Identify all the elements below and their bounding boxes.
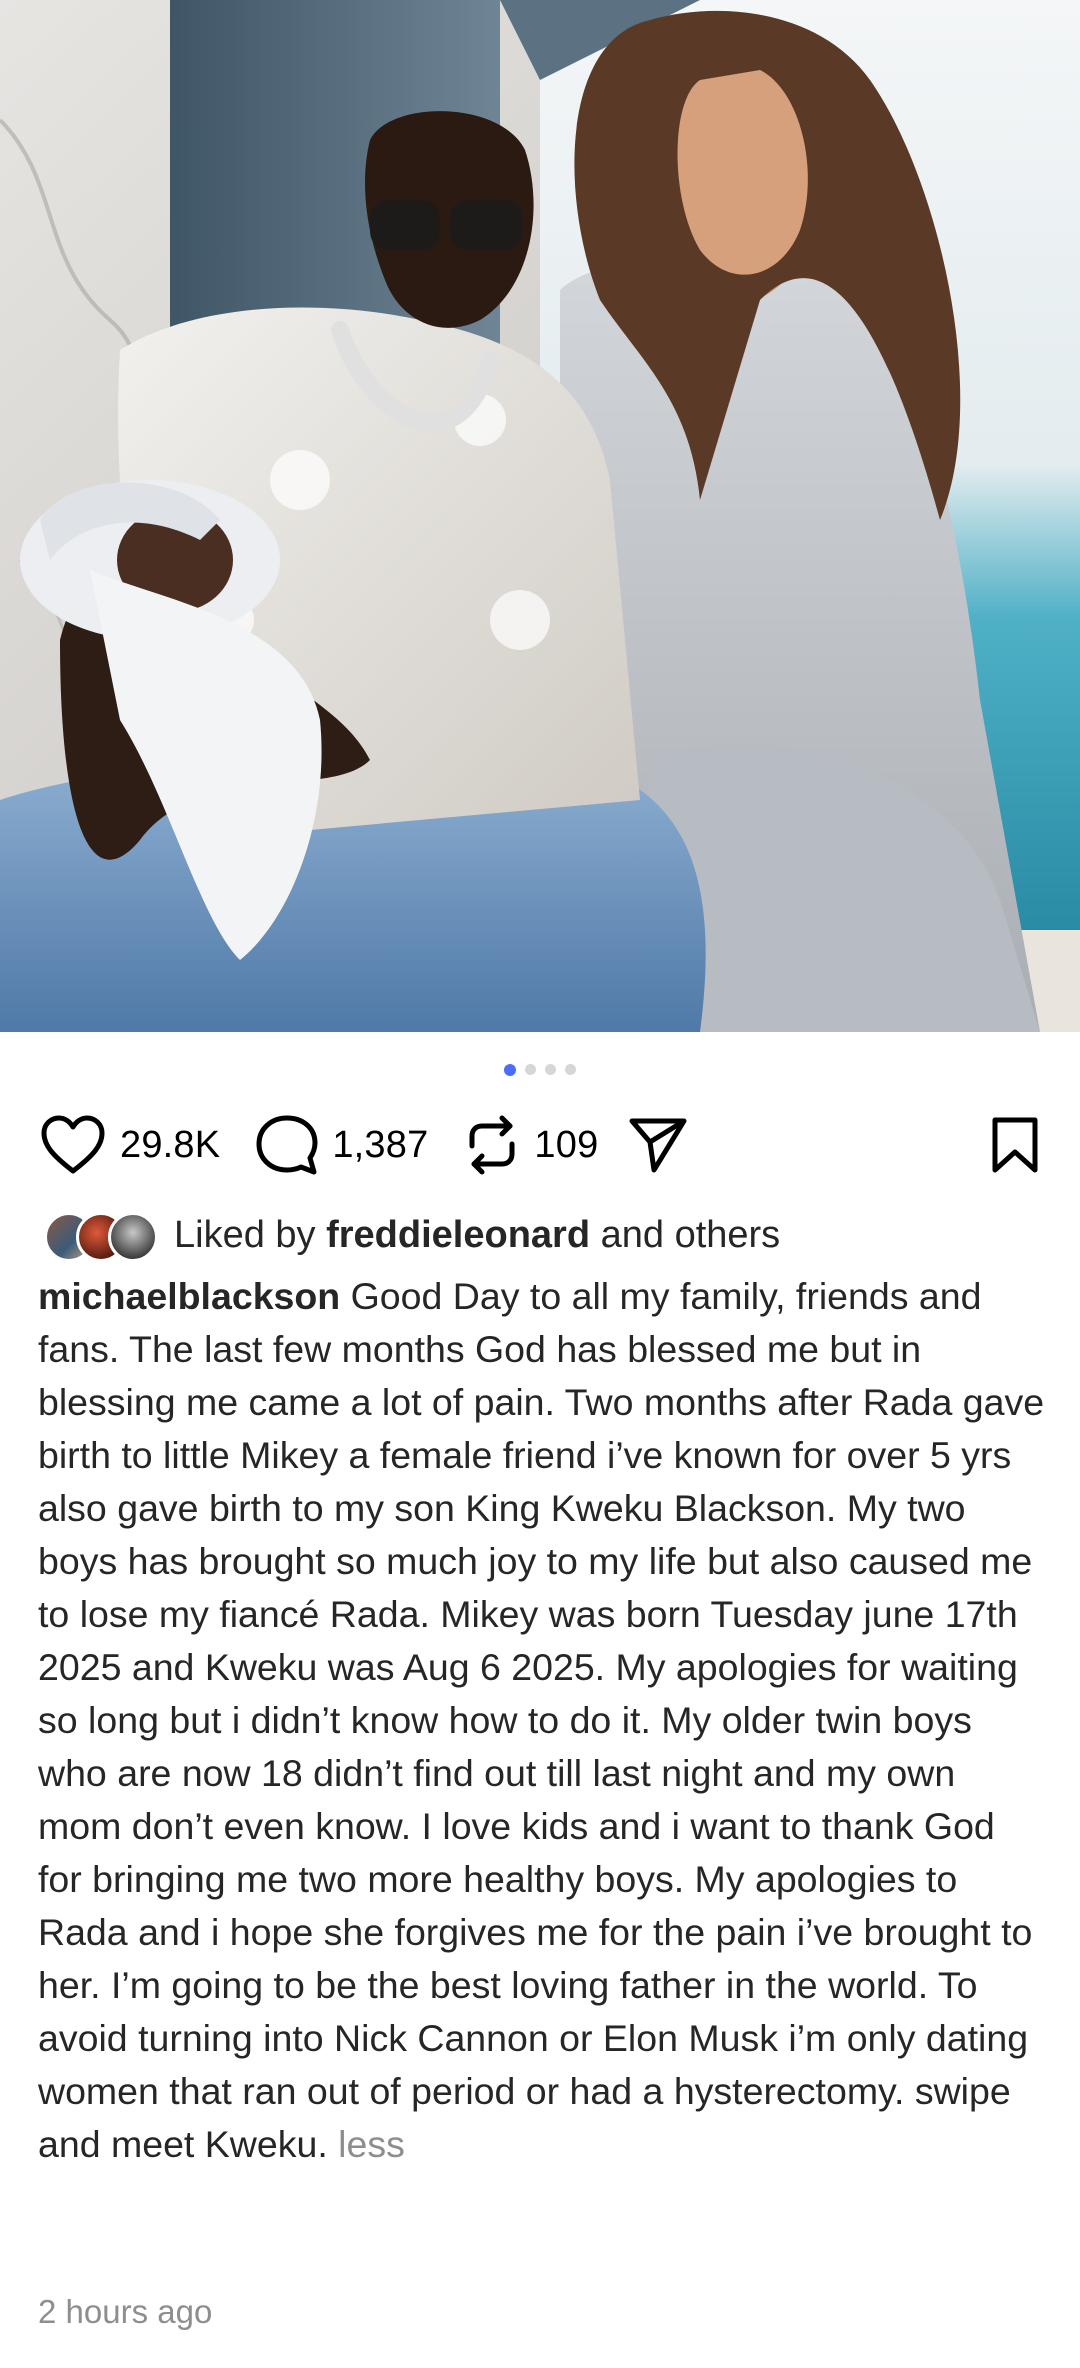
- carousel-dot-2: [525, 1064, 536, 1075]
- liked-by-prefix: Liked by: [174, 1213, 327, 1256]
- carousel-dot-3: [545, 1064, 556, 1075]
- post-caption: michaelblackson Good Day to all my famil…: [38, 1270, 1048, 2171]
- save-button[interactable]: [990, 1116, 1040, 1174]
- send-icon[interactable]: [628, 1116, 688, 1174]
- bookmark-icon[interactable]: [990, 1116, 1040, 1174]
- liked-by-suffix: and others: [590, 1213, 781, 1256]
- post-photo-illustration: [0, 0, 1080, 1032]
- liked-by-user[interactable]: freddieleonard: [326, 1214, 590, 1256]
- post-action-bar: 29.8K 1,387 109: [40, 1110, 1040, 1180]
- like-button[interactable]: 29.8K: [40, 1114, 220, 1176]
- liker-avatars: [44, 1210, 162, 1262]
- share-button[interactable]: [628, 1116, 688, 1174]
- carousel-dot-4: [565, 1064, 576, 1075]
- caption-text: Good Day to all my family, friends and f…: [38, 1275, 1045, 2165]
- repost-count: 109: [534, 1123, 599, 1166]
- repost-icon[interactable]: [464, 1114, 520, 1176]
- caption-username[interactable]: michaelblackson: [38, 1275, 340, 1317]
- carousel-dot-1: [504, 1063, 516, 1076]
- post-timestamp: 2 hours ago: [38, 2293, 213, 2330]
- comment-count: 1,387: [332, 1123, 429, 1166]
- comment-button[interactable]: 1,387: [256, 1114, 428, 1176]
- like-count: 29.8K: [120, 1123, 221, 1166]
- post-photo[interactable]: [0, 0, 1080, 1032]
- liked-by-row[interactable]: Liked by freddieleonard and others: [44, 1208, 780, 1262]
- carousel-indicator: [0, 1063, 1080, 1076]
- liked-by-text: Liked by freddieleonard and others: [174, 1214, 780, 1257]
- avatar: [108, 1212, 158, 1262]
- caption-less-link[interactable]: less: [338, 2123, 405, 2165]
- repost-button[interactable]: 109: [464, 1114, 598, 1176]
- heart-icon[interactable]: [40, 1114, 106, 1176]
- comment-icon[interactable]: [256, 1114, 318, 1176]
